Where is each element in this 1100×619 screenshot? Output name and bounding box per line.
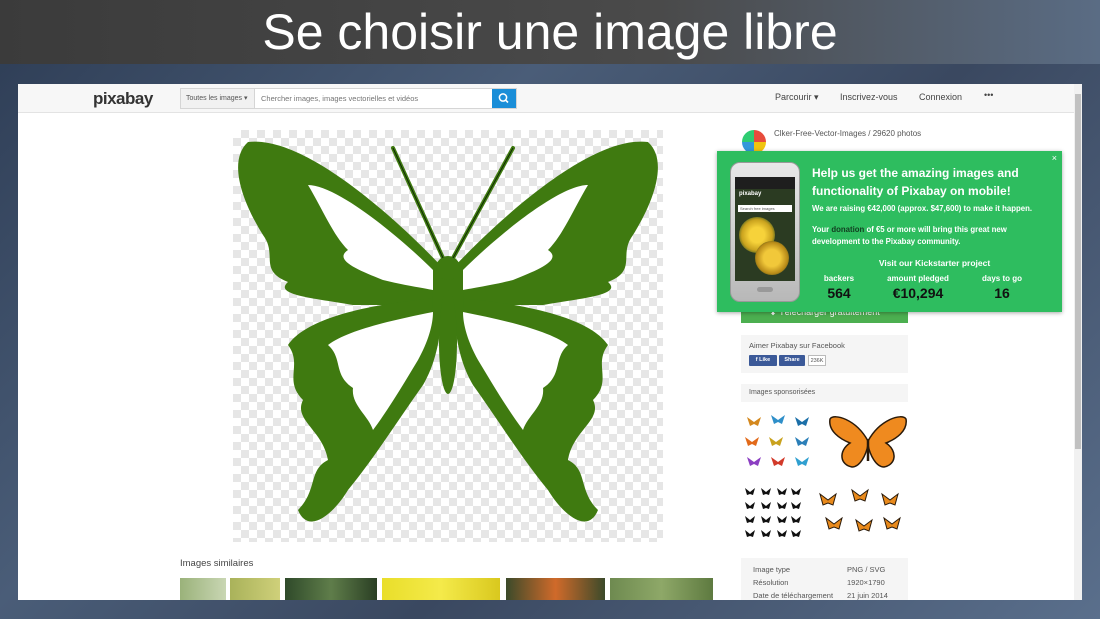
stat-label: backers bbox=[823, 274, 855, 283]
similar-thumb[interactable] bbox=[230, 578, 280, 600]
facebook-panel: Aimer Pixabay sur Facebook f Like Share … bbox=[741, 335, 908, 373]
stat-value: 564 bbox=[827, 285, 851, 301]
promo-donation-text: Your donation of €5 or more will bring t… bbox=[812, 225, 1007, 246]
similar-thumb[interactable] bbox=[382, 578, 500, 600]
facebook-like-count: 236K bbox=[808, 355, 826, 366]
search-type-dropdown[interactable]: Toutes les images ▾ bbox=[181, 89, 255, 108]
detail-value: 1920×1790 bbox=[847, 578, 885, 587]
detail-label: Date de téléchargement bbox=[753, 591, 834, 600]
slide-header: Se choisir une image libre bbox=[0, 0, 1100, 64]
sponsored-panel: Images sponsorisées bbox=[741, 384, 908, 402]
promo-heading: Help us get the amazing images and funct… bbox=[812, 166, 1019, 198]
facebook-like-button[interactable]: f Like bbox=[749, 355, 777, 366]
scrollbar-thumb[interactable] bbox=[1075, 94, 1081, 449]
detail-value: 21 juin 2014 bbox=[847, 591, 888, 600]
detail-label: Image type bbox=[753, 565, 791, 574]
similar-thumb[interactable] bbox=[285, 578, 377, 600]
similar-images-title: Images similaires bbox=[180, 558, 254, 569]
site-logo[interactable]: pixabay bbox=[93, 89, 153, 109]
search-bar: Toutes les images ▾ bbox=[180, 88, 517, 109]
uploader-name[interactable]: Clker-Free-Vector-Images / 29620 photos bbox=[774, 129, 924, 138]
stat-value: €10,294 bbox=[892, 285, 944, 301]
similar-thumb[interactable] bbox=[506, 578, 605, 600]
phone-illustration: pixabay Search free images bbox=[730, 162, 800, 302]
search-input[interactable] bbox=[257, 89, 489, 108]
facebook-title: Aimer Pixabay sur Facebook bbox=[749, 341, 845, 350]
detail-value: PNG / SVG bbox=[847, 565, 886, 574]
nav-more[interactable]: ••• bbox=[984, 90, 993, 100]
stat-value: 16 bbox=[994, 285, 1010, 301]
sponsored-image[interactable] bbox=[826, 409, 910, 477]
sponsored-image[interactable] bbox=[741, 484, 805, 546]
phone-search-text: Search free images bbox=[740, 206, 775, 211]
sponsored-title: Images sponsorisées bbox=[749, 389, 816, 396]
nav-browse[interactable]: Parcourir ▾ bbox=[775, 92, 819, 103]
similar-thumb[interactable] bbox=[610, 578, 713, 600]
sponsored-image[interactable]: shutterstock bbox=[812, 484, 910, 546]
stat-label: amount pledged bbox=[887, 274, 949, 283]
stat-label: days to go bbox=[981, 274, 1022, 283]
nav-signup[interactable]: Inscrivez-vous bbox=[840, 92, 898, 102]
search-icon bbox=[498, 93, 509, 104]
detail-label: Résolution bbox=[753, 578, 789, 587]
image-details-panel: Image type PNG / SVG Résolution 1920×179… bbox=[741, 558, 908, 600]
phone-brand: pixabay bbox=[739, 191, 762, 197]
slide-title: Se choisir une image libre bbox=[262, 4, 838, 60]
phone-screen: pixabay Search free images bbox=[735, 177, 795, 281]
site-header: pixabay Toutes les images ▾ Parcourir ▾ … bbox=[18, 84, 1074, 113]
scrollbar[interactable] bbox=[1074, 84, 1082, 600]
donation-link[interactable]: donation bbox=[831, 225, 864, 234]
similar-thumb[interactable] bbox=[180, 578, 226, 600]
kickstarter-popup: × pixabay Search free images Help us get… bbox=[717, 151, 1062, 312]
sponsored-image[interactable] bbox=[741, 409, 819, 477]
shutterstock-watermark: shutterstock bbox=[838, 510, 882, 519]
facebook-share-button[interactable]: Share bbox=[779, 355, 805, 366]
search-button[interactable] bbox=[492, 89, 516, 108]
main-image[interactable] bbox=[233, 130, 663, 542]
promo-raise-text: We are raising €42,000 (approx. $47,600)… bbox=[812, 204, 1032, 213]
kickstarter-link[interactable]: Visit our Kickstarter project bbox=[812, 258, 1057, 268]
nav-login[interactable]: Connexion bbox=[919, 92, 962, 102]
close-icon[interactable]: × bbox=[1052, 153, 1057, 163]
butterfly-image bbox=[238, 141, 658, 522]
